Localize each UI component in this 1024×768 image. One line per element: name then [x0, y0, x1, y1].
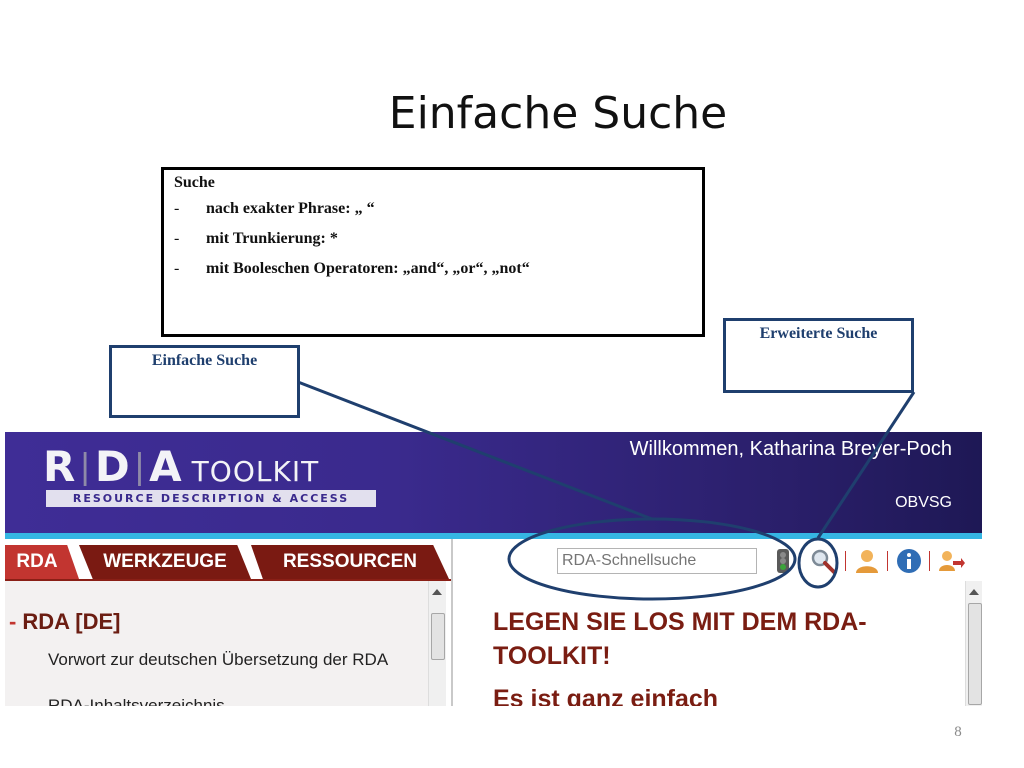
main-tabs: RDA WERKZEUGE RESSOURCEN [5, 539, 452, 579]
search-tip-item: - mit Trunkierung: * [174, 230, 692, 248]
logo-letter-a: A [149, 442, 184, 491]
organization-label: OBVSG [895, 494, 952, 511]
toc-panel: - RDA [DE] Vorwort zur deutschen Übersetz… [5, 581, 446, 706]
logo-letter-d: D [94, 442, 132, 491]
icon-separator [929, 551, 930, 571]
page-number: 8 [954, 724, 962, 740]
icon-separator [887, 551, 888, 571]
logo-letter-r: R [43, 442, 78, 491]
toc-scrollbar[interactable] [428, 581, 446, 706]
rda-header: R|D|A TOOLKIT RESOURCE DESCRIPTION & ACCE… [5, 432, 982, 533]
logo-subtitle: RESOURCE DESCRIPTION & ACCESS [46, 490, 376, 507]
tab-werkzeuge[interactable]: WERKZEUGE [79, 545, 251, 579]
callout-advanced-search: Erweiterte Suche [723, 318, 914, 393]
search-tips-box: Suche - nach exakter Phrase: „ “ - mit Tru… [161, 167, 705, 337]
welcome-text: Willkommen, Katharina Breyer-Poch [629, 438, 952, 460]
bullet-marker: - [174, 200, 180, 217]
content-heading: LEGEN SIE LOS MIT DEM RDA-TOOLKIT! [493, 608, 867, 670]
bullet-marker: - [174, 260, 180, 277]
callout-simple-search: Einfache Suche [109, 345, 300, 418]
slide-title: Einfache Suche [388, 88, 728, 139]
search-tips-list: - nach exakter Phrase: „ “ - mit Trunkieru… [174, 200, 692, 278]
quick-search-input[interactable] [557, 548, 757, 574]
search-tip-item: - nach exakter Phrase: „ “ [174, 200, 692, 218]
rda-logo[interactable]: R|D|A TOOLKIT [43, 442, 319, 491]
info-icon[interactable] [895, 547, 923, 575]
icon-separator [845, 551, 846, 571]
toolbar [453, 539, 982, 582]
magnifier-icon[interactable] [809, 547, 837, 575]
search-tip-item: - mit Booleschen Operatoren: „and“, „or“,… [174, 260, 692, 278]
logo-separator: | [133, 447, 148, 487]
tab-rda[interactable]: RDA [5, 545, 79, 579]
toc-heading-label: RDA [DE] [22, 609, 121, 634]
content-scrollbar[interactable] [965, 581, 982, 706]
scroll-up-icon[interactable] [969, 589, 979, 595]
rda-toolkit-screenshot: R|D|A TOOLKIT RESOURCE DESCRIPTION & ACCE… [5, 432, 982, 706]
toc-item[interactable]: Vorwort zur deutschen Übersetzung der RD… [48, 648, 408, 671]
search-tip-text: mit Trunkierung: * [206, 230, 338, 247]
traffic-light-icon[interactable] [769, 547, 797, 575]
search-tip-text: nach exakter Phrase: „ “ [206, 200, 375, 217]
search-tip-text: mit Booleschen Operatoren: „and“, „or“, … [206, 260, 530, 277]
tab-ressourcen[interactable]: RESSOURCEN [251, 545, 449, 579]
bullet-marker: - [174, 230, 180, 247]
user-icon[interactable] [853, 547, 881, 575]
scroll-thumb[interactable] [431, 613, 445, 660]
search-tips-heading: Suche [174, 174, 215, 191]
scroll-up-icon[interactable] [432, 589, 442, 595]
content-subheading: Es ist ganz einfach [493, 685, 719, 706]
collapse-icon[interactable]: - [9, 609, 16, 634]
scroll-thumb[interactable] [968, 603, 982, 705]
logo-toolkit: TOOLKIT [191, 455, 320, 488]
toc-item[interactable]: RDA-Inhaltsverzeichnis [48, 696, 225, 706]
toc-heading[interactable]: - RDA [DE] [9, 609, 121, 635]
content-panel: LEGEN SIE LOS MIT DEM RDA-TOOLKIT! Es is… [453, 581, 982, 706]
logout-icon[interactable] [937, 547, 965, 575]
logo-separator: | [79, 447, 93, 487]
